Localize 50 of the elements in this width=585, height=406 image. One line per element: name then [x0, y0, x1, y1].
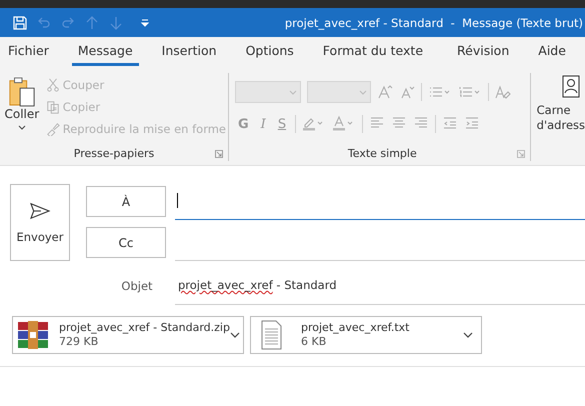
paste-button[interactable]: Coller	[0, 73, 44, 145]
attachment-name: projet_avec_xref.txt	[301, 321, 410, 335]
ribbon-tab[interactable]: Révision	[451, 38, 516, 66]
ribbon-tab[interactable]: Fichier	[2, 38, 55, 66]
numbered-list-icon[interactable]	[458, 84, 482, 100]
address-book-icon	[560, 75, 581, 99]
ribbon-tab[interactable]: Format du texte	[316, 38, 430, 66]
to-button[interactable]: À	[86, 186, 166, 217]
attachment-size: 729 KB	[59, 335, 100, 349]
group-label: Presse-papiers	[74, 146, 154, 160]
up-arrow-icon[interactable]	[84, 14, 100, 30]
save-icon[interactable]	[12, 14, 28, 30]
caret-icon	[18, 125, 26, 130]
subject-field[interactable]: projet_avec_xref - Standard	[175, 266, 585, 305]
caret-icon[interactable]	[463, 332, 473, 338]
dialog-launcher-icon[interactable]	[215, 150, 223, 158]
increase-indent-icon[interactable]	[464, 115, 480, 131]
down-arrow-icon[interactable]	[108, 14, 124, 30]
cc-button[interactable]: Cc	[86, 227, 166, 258]
window-title: projet_avec_xref - Standard - Message (Texte brut)	[284, 16, 584, 30]
attachment-name: projet_avec_xref - Standard.zip	[59, 321, 230, 335]
subject-label: Objet	[120, 278, 154, 295]
redo-icon[interactable]	[60, 14, 76, 30]
font-size-dropdown[interactable]	[307, 81, 371, 103]
paintbrush-icon	[46, 122, 60, 136]
grow-font-icon[interactable]	[377, 84, 393, 100]
ribbon-tab[interactable]: Insertion	[156, 38, 223, 66]
send-button[interactable]: Envoyer	[10, 184, 70, 261]
shrink-font-icon[interactable]	[399, 84, 415, 100]
decrease-indent-icon[interactable]	[442, 115, 458, 131]
caret-icon	[289, 90, 297, 95]
dialog-launcher-icon[interactable]	[516, 150, 525, 158]
font-name-dropdown[interactable]	[235, 81, 301, 103]
address-book-button[interactable]: Carne d'adress	[532, 67, 585, 165]
group-label: Texte simple	[348, 146, 417, 160]
attachment-size: 6 KB	[301, 335, 328, 349]
customize-caret-icon[interactable]	[140, 18, 150, 26]
send-icon	[29, 202, 51, 220]
clipboard-icon	[8, 75, 36, 107]
undo-icon[interactable]	[36, 14, 52, 30]
caret-icon[interactable]	[230, 332, 240, 338]
archive-icon	[17, 319, 49, 351]
clear-formatting-icon[interactable]	[495, 84, 511, 100]
scissors-icon	[46, 78, 60, 92]
caret-icon	[359, 90, 367, 95]
attachment[interactable]: projet_avec_xref.txt 6 KB	[250, 316, 482, 354]
attachment[interactable]: projet_avec_xref - Standard.zip 729 KB	[12, 316, 244, 354]
copy-icon	[46, 100, 60, 114]
ribbon-tab[interactable]: Options	[240, 38, 300, 66]
ribbon-tab[interactable]: Aide	[532, 38, 572, 66]
